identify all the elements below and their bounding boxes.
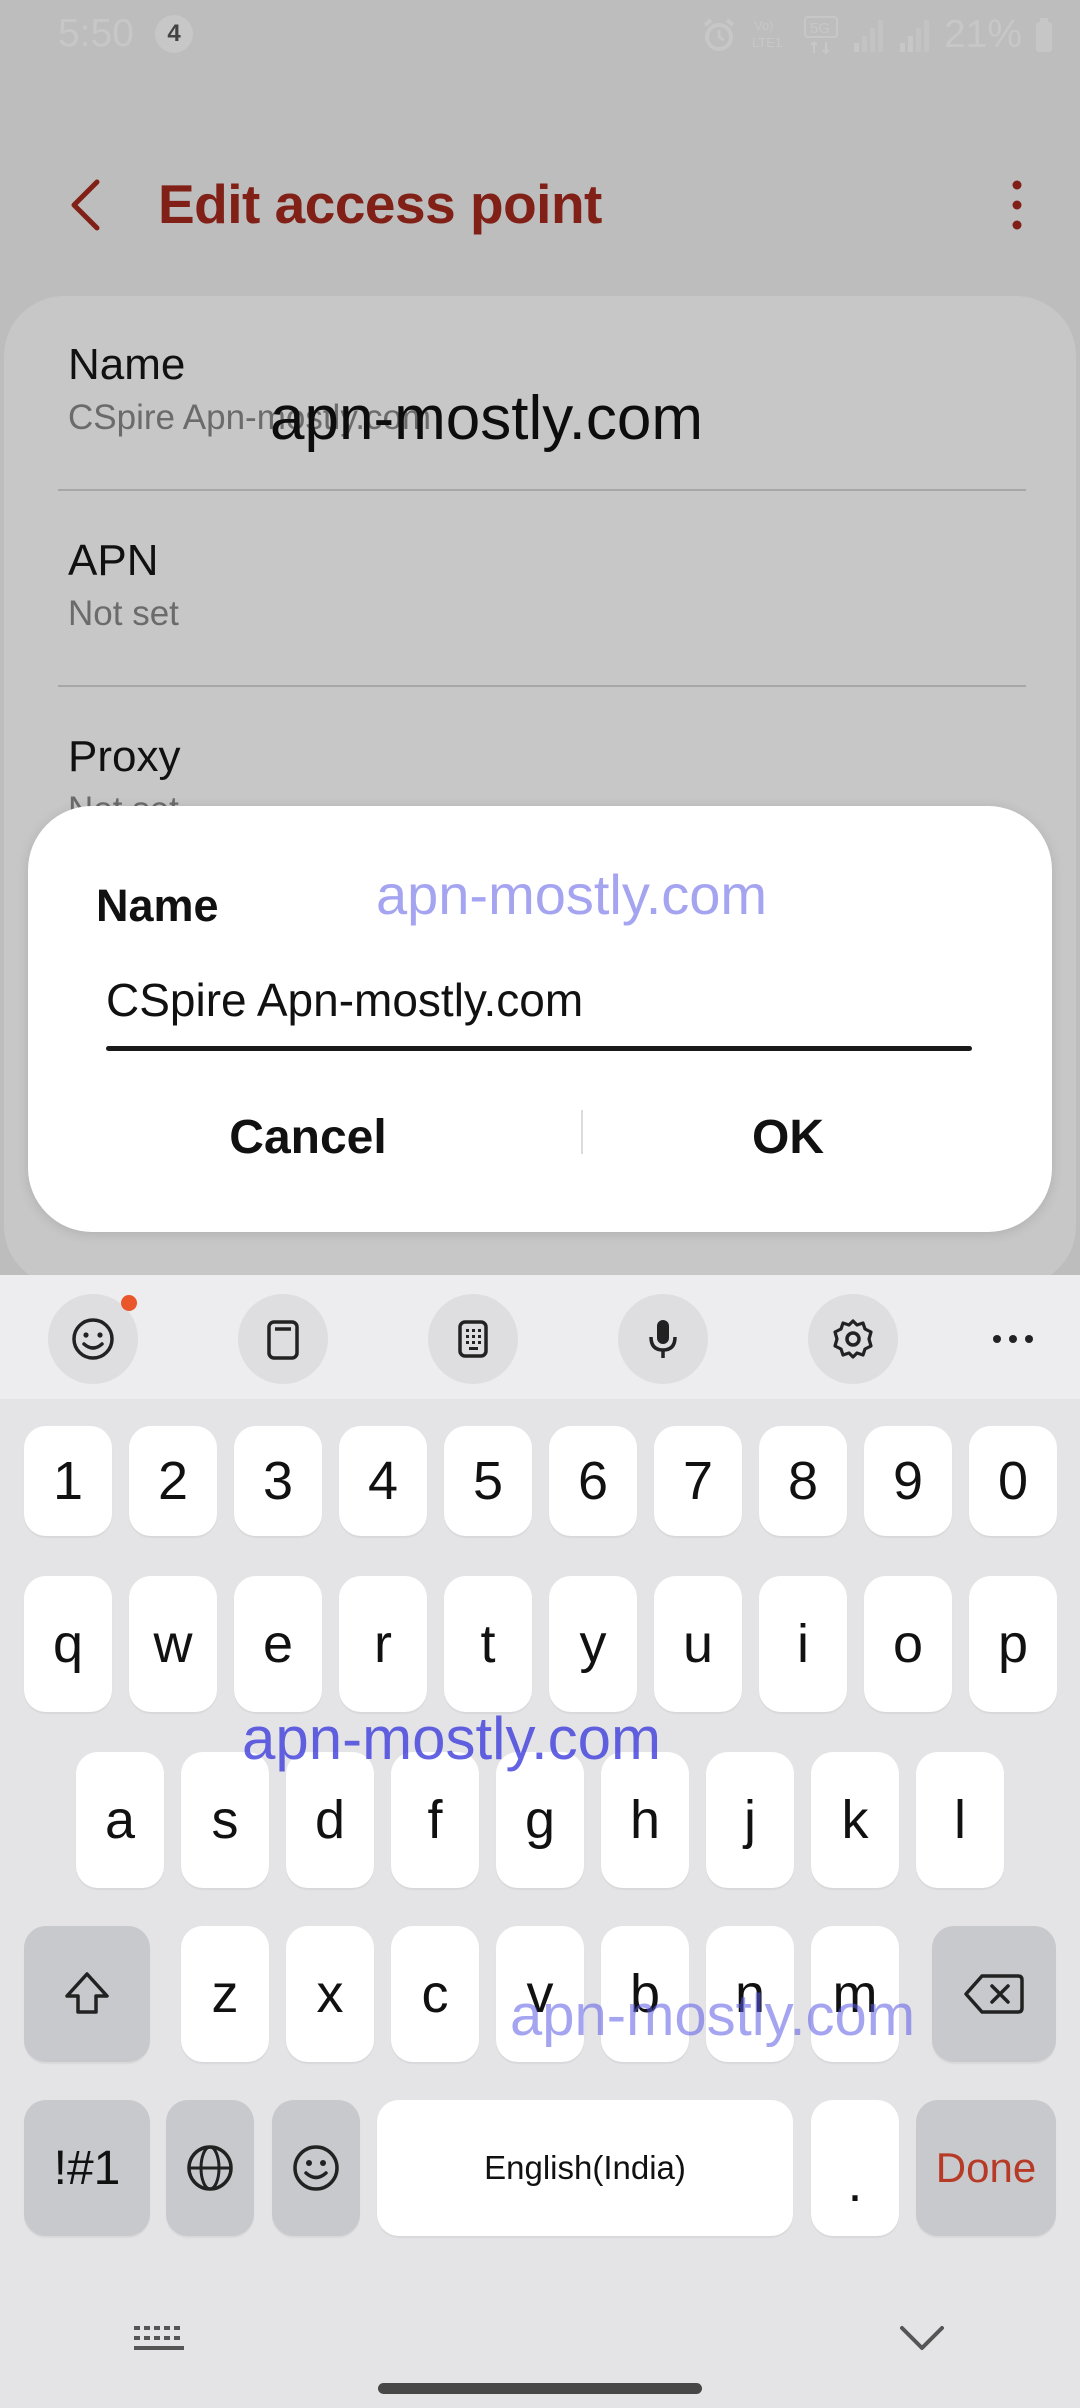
key-3[interactable]: 3 [234,1426,322,1536]
hide-keyboard-button[interactable] [896,2318,948,2358]
key-t[interactable]: t [444,1576,532,1712]
key-c[interactable]: c [391,1926,479,2062]
shift-key[interactable] [24,1926,150,2062]
period-key[interactable]: . [811,2100,899,2236]
key-q[interactable]: q [24,1576,112,1712]
key-9[interactable]: 9 [864,1426,952,1536]
voice-input-button[interactable] [618,1294,708,1384]
toolbar-more-button[interactable] [968,1294,1058,1384]
microphone-icon [649,1320,677,1358]
clipboard-button[interactable] [238,1294,328,1384]
chevron-down-icon [900,2326,944,2350]
keyboard-settings-button[interactable] [808,1294,898,1384]
cancel-button[interactable]: Cancel [58,1088,558,1188]
key-7[interactable]: 7 [654,1426,742,1536]
key-l[interactable]: l [916,1752,1004,1888]
emoji-icon [293,2145,339,2191]
name-input[interactable] [106,970,972,1030]
key-u[interactable]: u [654,1576,742,1712]
done-key[interactable]: Done [916,2100,1056,2236]
keyboard-layout-icon [458,1320,488,1358]
backspace-icon [964,1974,1024,2014]
key-i[interactable]: i [759,1576,847,1712]
keyboard-icon [134,2326,184,2350]
key-p[interactable]: p [969,1576,1057,1712]
language-key[interactable] [166,2100,254,2236]
settings-icon [833,1319,873,1359]
more-horizontal-icon [993,1335,1033,1343]
emoji-key[interactable] [272,2100,360,2236]
keyboard-toolbar [0,1275,1080,1399]
key-8[interactable]: 8 [759,1426,847,1536]
clipboard-icon [267,1320,299,1360]
input-underline [106,1046,972,1051]
key-o[interactable]: o [864,1576,952,1712]
shift-icon [65,1972,109,2014]
key-y[interactable]: y [549,1576,637,1712]
backspace-key[interactable] [932,1926,1056,2062]
key-k[interactable]: k [811,1752,899,1888]
symbols-key[interactable]: !#1 [24,2100,150,2236]
dialog-title: Name [96,880,219,931]
key-w[interactable]: w [129,1576,217,1712]
new-badge-dot [121,1295,137,1311]
key-5[interactable]: 5 [444,1426,532,1536]
key-x[interactable]: x [286,1926,374,2062]
spacebar[interactable]: English(India) [377,2100,793,2236]
key-1[interactable]: 1 [24,1426,112,1536]
key-e[interactable]: e [234,1576,322,1712]
keyboard-layout-button[interactable] [428,1294,518,1384]
watermark: apn-mostly.com [242,1705,662,1772]
home-indicator[interactable] [378,2383,702,2394]
emoji-icon [72,1318,114,1360]
key-0[interactable]: 0 [969,1426,1057,1536]
keyboard-switch-button[interactable] [132,2320,188,2360]
key-2[interactable]: 2 [129,1426,217,1536]
key-z[interactable]: z [181,1926,269,2062]
ok-button[interactable]: OK [558,1088,1018,1188]
key-j[interactable]: j [706,1752,794,1888]
key-r[interactable]: r [339,1576,427,1712]
watermark: apn-mostly.com [376,863,768,926]
watermark: apn-mostly.com [510,1983,916,2048]
key-4[interactable]: 4 [339,1426,427,1536]
key-6[interactable]: 6 [549,1426,637,1536]
globe-icon [187,2145,233,2191]
key-a[interactable]: a [76,1752,164,1888]
